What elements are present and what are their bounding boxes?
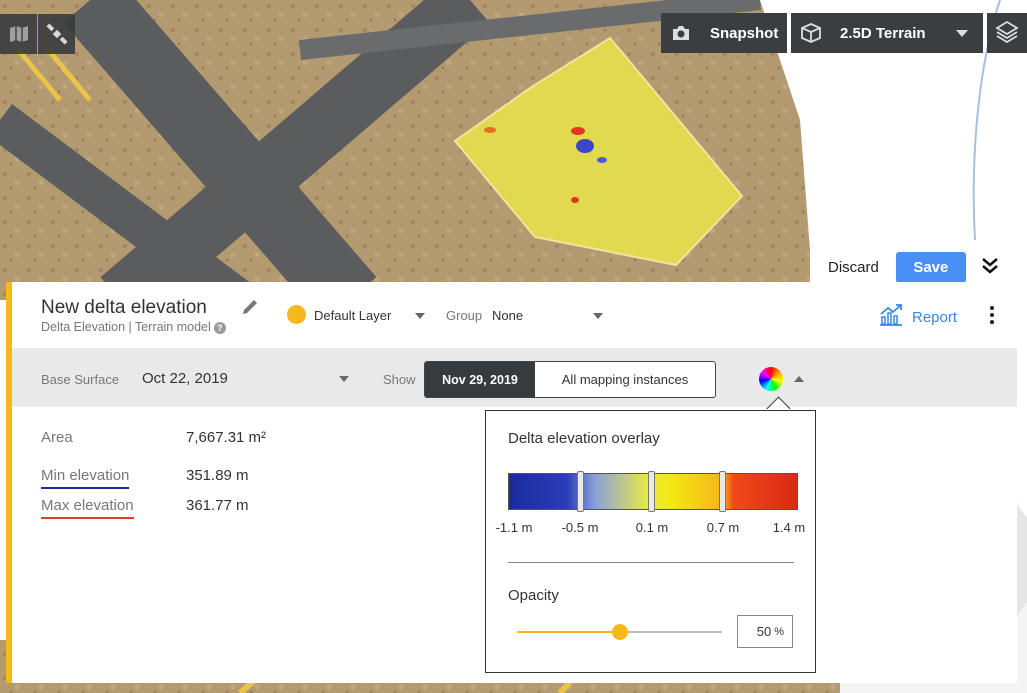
terrain-label: 2.5D Terrain xyxy=(840,24,926,42)
ramp-handle[interactable] xyxy=(719,471,726,512)
ramp-tick: -1.1 m xyxy=(495,520,533,535)
opacity-label: Opacity xyxy=(508,587,559,604)
page-title: New delta elevation xyxy=(41,297,207,318)
group-select[interactable]: None xyxy=(492,308,523,323)
show-toggle: Nov 29, 2019 All mapping instances xyxy=(424,361,716,398)
overlay-title: Delta elevation overlay xyxy=(508,430,660,447)
stat-value: 7,667.31 m² xyxy=(186,429,267,446)
stats-list: Area 7,667.31 m² Min elevation 351.89 m … xyxy=(41,429,301,527)
group-label: Group xyxy=(446,308,483,323)
base-surface-label: Base Surface xyxy=(41,372,120,387)
opacity-input[interactable]: 50% xyxy=(737,615,793,648)
stat-area: Area 7,667.31 m² xyxy=(41,429,301,459)
show-option-all[interactable]: All mapping instances xyxy=(535,362,715,397)
satellite-icon[interactable] xyxy=(38,14,75,54)
chevron-down-icon xyxy=(339,376,349,382)
opacity-slider-fill xyxy=(517,631,620,633)
color-ramp[interactable] xyxy=(508,471,798,512)
layers-icon xyxy=(995,19,1019,47)
pencil-icon[interactable] xyxy=(241,298,259,321)
stat-label[interactable]: Max elevation xyxy=(41,497,134,519)
report-label: Report xyxy=(912,308,958,326)
chevron-down-icon xyxy=(593,313,603,319)
show-label: Show xyxy=(383,372,416,387)
delta-overlay-popup: Delta elevation overlay -1.1 m -0.5 m 0.… xyxy=(485,410,816,673)
opacity-value: 50 xyxy=(756,624,772,639)
camera-icon xyxy=(661,25,701,41)
ramp-handle[interactable] xyxy=(648,471,655,512)
map-type-switcher xyxy=(0,14,76,54)
ramp-handle[interactable] xyxy=(577,471,584,512)
chevron-down-icon xyxy=(415,313,425,319)
ramp-tick: -0.5 m xyxy=(561,520,599,535)
save-button[interactable]: Save xyxy=(895,251,966,283)
stat-value: 361.77 m xyxy=(186,497,249,514)
stat-value: 351.89 m xyxy=(186,467,249,484)
opacity-slider-handle[interactable] xyxy=(611,624,628,640)
ramp-tick: 0.1 m xyxy=(635,520,669,535)
subtitle: Delta Elevation | Terrain model? xyxy=(41,320,226,334)
stat-label[interactable]: Min elevation xyxy=(41,467,130,489)
stat-max-elevation: Max elevation 361.77 m xyxy=(41,497,301,527)
chevron-down-icon xyxy=(955,29,968,37)
opacity-unit: % xyxy=(774,625,784,638)
snapshot-button[interactable]: Snapshot xyxy=(661,13,787,53)
color-wheel-icon[interactable] xyxy=(759,367,783,391)
chevron-up-icon[interactable] xyxy=(794,376,804,382)
ramp-tick: 1.4 m xyxy=(772,520,806,535)
help-icon[interactable]: ? xyxy=(213,321,226,334)
terrain-mode-select[interactable]: 2.5D Terrain xyxy=(791,13,983,53)
base-surface-select[interactable]: Oct 22, 2019 xyxy=(142,370,228,387)
cube-icon xyxy=(791,22,831,44)
subtitle-text: Delta Elevation | Terrain model xyxy=(41,320,211,334)
report-button[interactable]: Report xyxy=(878,304,957,330)
discard-button[interactable]: Discard xyxy=(828,259,879,276)
snapshot-label: Snapshot xyxy=(710,24,779,42)
divider xyxy=(508,562,794,563)
panel-header: New delta elevation Delta Elevation | Te… xyxy=(12,282,1017,348)
stat-min-elevation: Min elevation 351.89 m xyxy=(41,467,301,497)
stat-label: Area xyxy=(41,429,73,446)
layer-color-dot xyxy=(287,305,306,324)
report-chart-icon xyxy=(878,304,904,330)
base-surface-bar: Base Surface Oct 22, 2019 Show Nov 29, 2… xyxy=(12,348,1017,407)
more-vert-icon[interactable] xyxy=(990,306,994,327)
opacity-slider[interactable] xyxy=(517,624,722,640)
ramp-tick: 0.7 m xyxy=(706,520,740,535)
top-toolbar: Snapshot 2.5D Terrain xyxy=(661,13,1027,53)
layers-button[interactable] xyxy=(987,13,1027,53)
show-option-date[interactable]: Nov 29, 2019 xyxy=(425,362,535,397)
double-chevron-down-icon[interactable] xyxy=(980,255,1000,280)
save-bar: Discard Save xyxy=(810,247,1017,287)
layer-select[interactable]: Default Layer xyxy=(314,308,391,323)
map-icon[interactable] xyxy=(0,14,37,54)
